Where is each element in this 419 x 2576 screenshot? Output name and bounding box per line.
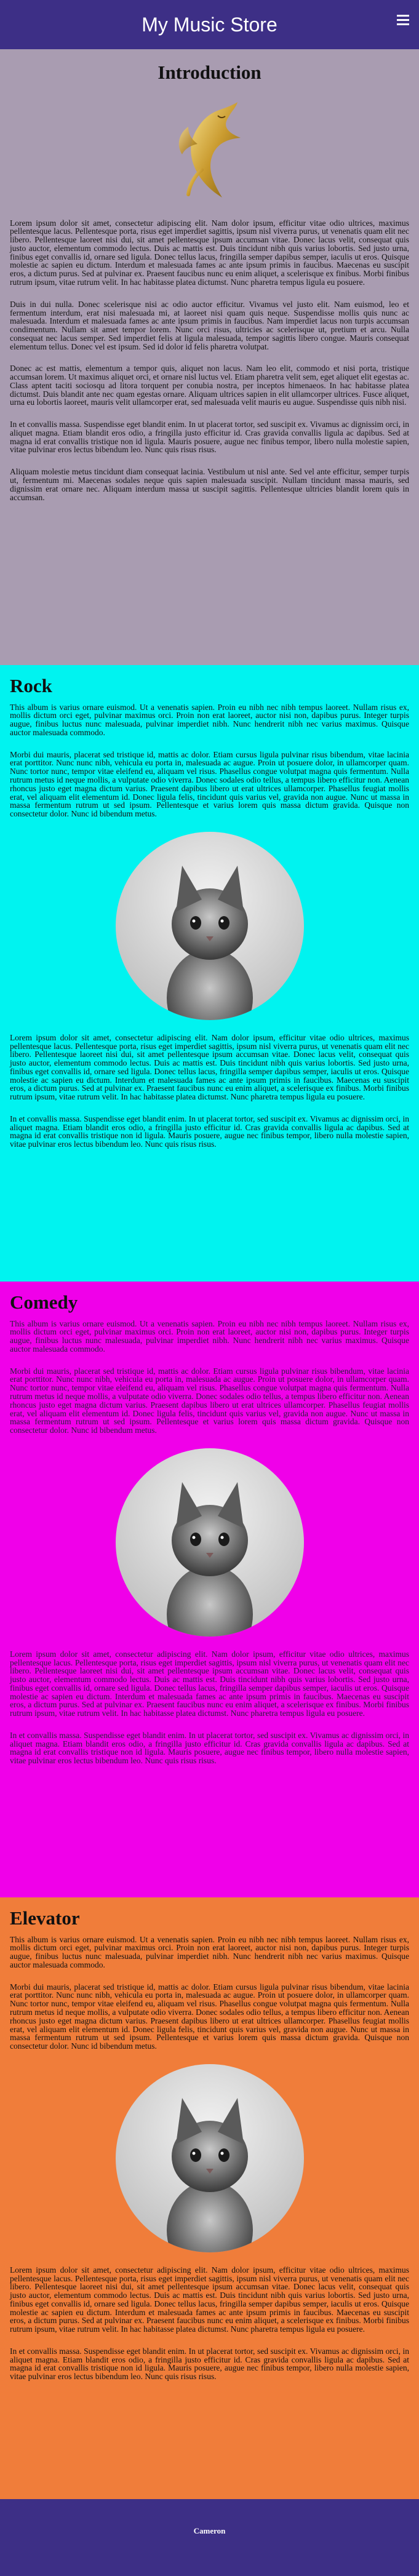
intro-text: Lorem ipsum dolor sit amet, consectetur … xyxy=(10,218,409,502)
hamburger-menu-icon[interactable] xyxy=(397,15,409,26)
rock-paragraph: Lorem ipsum dolor sit amet, consectetur … xyxy=(10,1032,409,1102)
comedy-paragraph: In et convallis massa. Suspendisse eget … xyxy=(10,1730,409,1766)
intro-section: Introduction Lorem ipsum dolor sit amet,… xyxy=(0,49,419,665)
kitten-avatar-image xyxy=(115,2064,304,2252)
comedy-paragraph: This album is varius ornare euismod. Ut … xyxy=(10,1318,409,1354)
intro-paragraph: Aliquam molestie metus tincidunt diam co… xyxy=(10,467,409,502)
brand-title[interactable]: My Music Store xyxy=(0,15,419,35)
top-navbar: My Music Store xyxy=(0,0,419,49)
comedy-paragraph: Lorem ipsum dolor sit amet, consectetur … xyxy=(10,1649,409,1718)
kitten-avatar-image xyxy=(115,831,304,1020)
rock-section: Rock This album is varius ornare euismod… xyxy=(0,665,419,1282)
intro-title: Introduction xyxy=(158,62,261,83)
kitten-avatar-image xyxy=(115,1448,304,1637)
golden-bird-logo xyxy=(178,102,241,197)
rock-paragraph: Morbi dui mauris, placerat sed tristique… xyxy=(10,749,409,819)
rock-paragraph: In et convallis massa. Suspendisse eget … xyxy=(10,1114,409,1149)
elevator-paragraph: Morbi dui mauris, placerat sed tristique… xyxy=(10,1982,409,2051)
intro-paragraph: Donec ac est mattis, elementum a tempor … xyxy=(10,364,409,407)
intro-paragraph: Duis in dui nulla. Donec scelerisque nis… xyxy=(10,299,409,351)
elevator-paragraph: In et convallis massa. Suspendisse eget … xyxy=(10,2346,409,2382)
intro-paragraph: Lorem ipsum dolor sit amet, consectetur … xyxy=(10,218,409,287)
comedy-paragraph: Morbi dui mauris, placerat sed tristique… xyxy=(10,1366,409,1435)
comedy-section: Comedy This album is varius ornare euism… xyxy=(0,1282,419,1897)
page-footer: Cameron xyxy=(0,2499,419,2576)
elevator-paragraph: Lorem ipsum dolor sit amet, consectetur … xyxy=(10,2265,409,2334)
rock-paragraph: This album is varius ornare euismod. Ut … xyxy=(10,702,409,737)
rock-title: Rock xyxy=(10,675,52,696)
elevator-section: Elevator This album is varius ornare eui… xyxy=(0,1897,419,2499)
footer-author: Cameron xyxy=(193,2526,226,2535)
elevator-paragraph: This album is varius ornare euismod. Ut … xyxy=(10,1934,409,1969)
intro-paragraph: In et convallis massa. Suspendisse eget … xyxy=(10,420,409,455)
comedy-title: Comedy xyxy=(10,1291,78,1313)
elevator-title: Elevator xyxy=(10,1907,80,1929)
